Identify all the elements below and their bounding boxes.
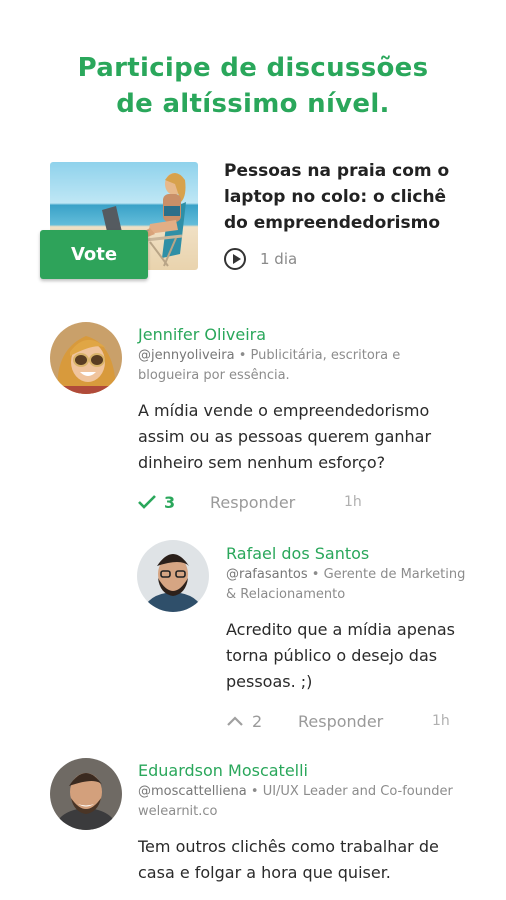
headline-line-2: de altíssimo nível. [116, 89, 390, 119]
headline-line-1: Participe de discussões [77, 53, 429, 83]
upvote-button[interactable]: 2 [226, 712, 298, 731]
check-icon [138, 495, 156, 509]
avatar-eduardson[interactable] [50, 758, 122, 830]
comment-handle[interactable]: @rafasantos [226, 567, 308, 582]
reply-button[interactable]: Responder [210, 493, 344, 512]
avatar-rafael[interactable] [137, 540, 209, 612]
comment-handle[interactable]: @jennyoliveira [138, 348, 235, 363]
comment-actions: 3 Responder 1h [138, 490, 458, 514]
comment-author[interactable]: Jennifer Oliveira [138, 324, 458, 346]
comment-rafael: Rafael dos Santos @rafasantos • Gerente … [226, 543, 466, 733]
comment-author[interactable]: Eduardson Moscatelli [138, 760, 468, 782]
article-meta: 1 dia [224, 246, 297, 272]
play-circle-icon[interactable] [224, 248, 246, 270]
page-headline: Participe de discussões de altíssimo nív… [0, 50, 506, 122]
avatar-image [50, 758, 122, 830]
vote-count: 3 [164, 492, 176, 512]
article-age: 1 dia [260, 250, 298, 268]
avatar-jennifer[interactable] [50, 322, 122, 394]
upvote-button[interactable]: 3 [138, 493, 210, 512]
reply-button[interactable]: Responder [298, 712, 432, 731]
comment-jennifer: Jennifer Oliveira @jennyoliveira • Publi… [138, 324, 458, 514]
chevron-up-icon [227, 716, 243, 726]
avatar-image [50, 322, 122, 394]
comment-author-meta: @moscattelliena • UI/UX Leader and Co-fo… [138, 782, 468, 822]
comment-body: Tem outros clichês como trabalhar de cas… [138, 837, 439, 882]
comment-body: A mídia vende o empreendedorismo assim o… [138, 401, 432, 472]
comment-author-meta: @jennyoliveira • Publicitária, escritora… [138, 346, 458, 386]
comment-author-meta: @rafasantos • Gerente de Marketing & Rel… [226, 565, 466, 605]
avatar-image [137, 540, 209, 612]
article-title[interactable]: Pessoas na praia com o laptop no colo: o… [224, 158, 474, 236]
vote-button[interactable]: Vote [40, 230, 148, 279]
comment-eduardson: Eduardson Moscatelli @moscattelliena • U… [138, 760, 468, 886]
comment-handle[interactable]: @moscattelliena [138, 784, 247, 799]
comment-author[interactable]: Rafael dos Santos [226, 543, 466, 565]
comment-actions: 2 Responder 1h [226, 709, 466, 733]
vote-count: 2 [252, 711, 263, 731]
comment-time: 1h [344, 494, 362, 510]
comment-body: Acredito que a mídia apenas torna públic… [226, 620, 456, 691]
comment-time: 1h [432, 713, 450, 729]
